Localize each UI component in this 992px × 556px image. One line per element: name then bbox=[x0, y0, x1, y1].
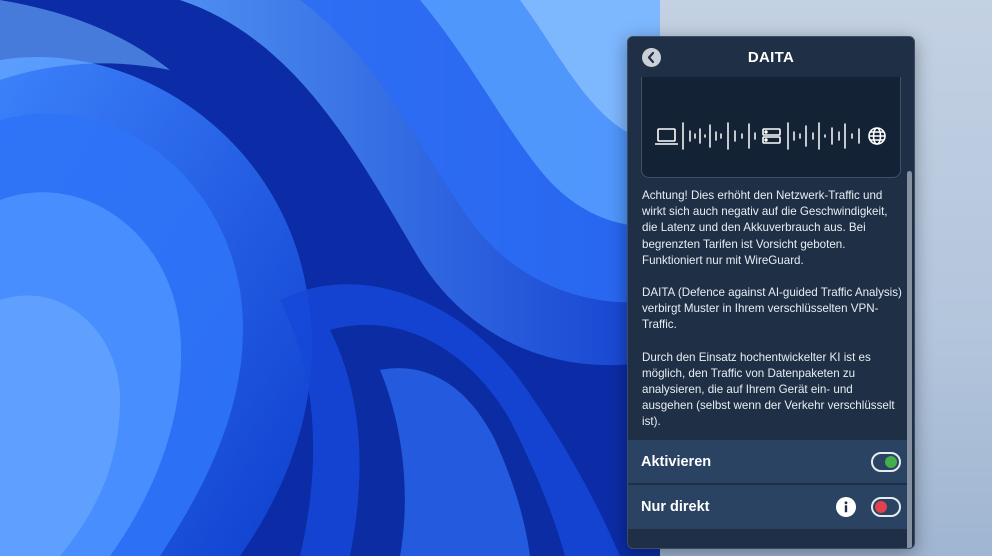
back-button[interactable] bbox=[642, 48, 661, 67]
definition-paragraph: DAITA (Defence against AI-guided Traffic… bbox=[642, 286, 902, 332]
panel-footer-space bbox=[628, 529, 910, 548]
info-icon[interactable] bbox=[836, 497, 856, 517]
page-title: DAITA bbox=[747, 48, 795, 66]
desktop-wallpaper bbox=[0, 0, 660, 556]
direct-only-toggle[interactable] bbox=[871, 497, 901, 517]
globe-icon bbox=[868, 127, 886, 145]
server-icon bbox=[762, 128, 781, 144]
direct-only-label: Nur direkt bbox=[641, 499, 710, 515]
activate-label: Aktivieren bbox=[641, 454, 712, 470]
explanation-paragraph: Durch den Einsatz hochentwickelter KI is… bbox=[642, 350, 895, 429]
activate-toggle[interactable] bbox=[871, 452, 901, 472]
chevron-left-circle-icon bbox=[647, 51, 655, 64]
warning-paragraph: Achtung! Dies erhöht den Netzwerk-Traffi… bbox=[642, 189, 888, 267]
setting-row-activate: Aktivieren bbox=[628, 440, 910, 484]
laptop-icon bbox=[655, 128, 678, 145]
daita-settings-panel: DAITA Achtung! Dies erhöht den Netzwerk-… bbox=[627, 36, 915, 549]
traffic-pulses bbox=[682, 122, 860, 150]
setting-row-direct-only: Nur direkt bbox=[628, 485, 910, 529]
toggle-knob bbox=[885, 456, 897, 468]
daita-description: Achtung! Dies erhöht den Netzwerk-Traffi… bbox=[642, 188, 904, 447]
toggle-knob bbox=[875, 501, 887, 513]
scrollbar[interactable] bbox=[907, 171, 912, 548]
daita-illustration bbox=[641, 77, 901, 178]
panel-header: DAITA bbox=[628, 37, 914, 77]
